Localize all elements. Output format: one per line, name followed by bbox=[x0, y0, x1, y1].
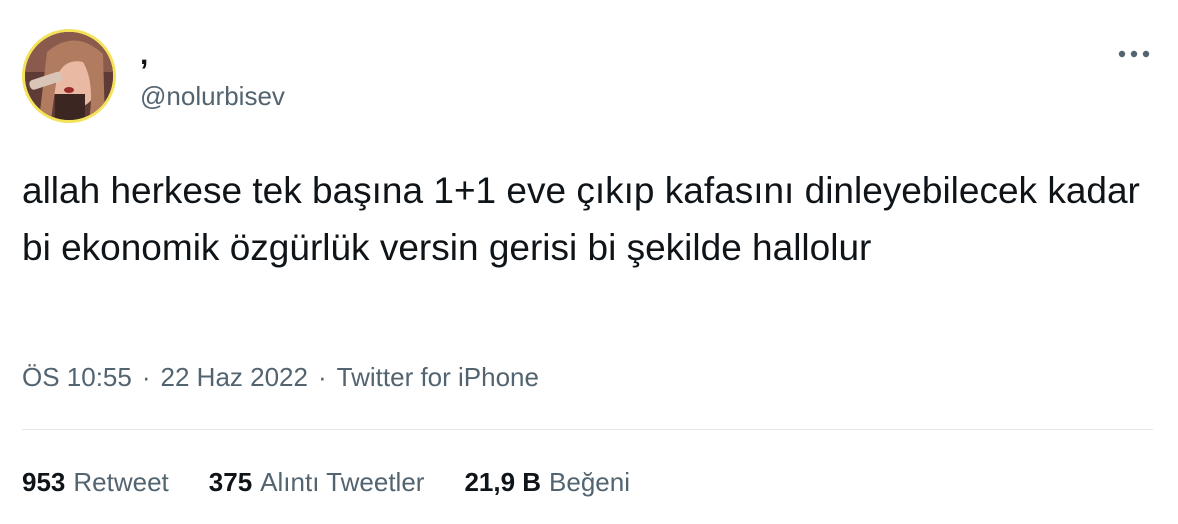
avatar-photo bbox=[25, 32, 113, 120]
tweet-time[interactable]: ÖS 10:55 bbox=[22, 362, 132, 392]
quote-label: Alıntı Tweetler bbox=[260, 467, 425, 497]
meta-separator: · bbox=[141, 362, 151, 392]
retweet-label: Retweet bbox=[73, 467, 169, 497]
like-number: 21,9 B bbox=[464, 467, 542, 497]
tweet-date[interactable]: 22 Haz 2022 bbox=[161, 362, 308, 392]
display-name[interactable]: , bbox=[140, 40, 148, 70]
divider bbox=[22, 429, 1153, 430]
quote-count[interactable]: 375 Alıntı Tweetler bbox=[209, 465, 425, 499]
tweet-card: , @nolurbisev allah herkese tek başına 1… bbox=[0, 0, 1178, 524]
user-handle[interactable]: @nolurbisev bbox=[140, 80, 285, 112]
tweet-meta: ÖS 10:55 · 22 Haz 2022 · Twitter for iPhone bbox=[22, 360, 539, 394]
tweet-text: allah herkese tek başına 1+1 eve çıkıp k… bbox=[22, 170, 1140, 268]
avatar[interactable] bbox=[22, 29, 116, 123]
more-horizontal-icon bbox=[1118, 50, 1150, 58]
more-options-button[interactable] bbox=[1110, 38, 1158, 70]
meta-separator: · bbox=[317, 362, 327, 392]
retweet-count[interactable]: 953 Retweet bbox=[22, 465, 169, 499]
like-count[interactable]: 21,9 B Beğeni bbox=[464, 465, 630, 499]
tweet-source[interactable]: Twitter for iPhone bbox=[337, 362, 539, 392]
quote-number: 375 bbox=[208, 467, 253, 497]
retweet-number: 953 bbox=[22, 467, 66, 497]
like-label: Beğeni bbox=[549, 467, 631, 497]
tweet-stats: 953 Retweet 375 Alıntı Tweetler 21,9 B B… bbox=[22, 465, 670, 499]
